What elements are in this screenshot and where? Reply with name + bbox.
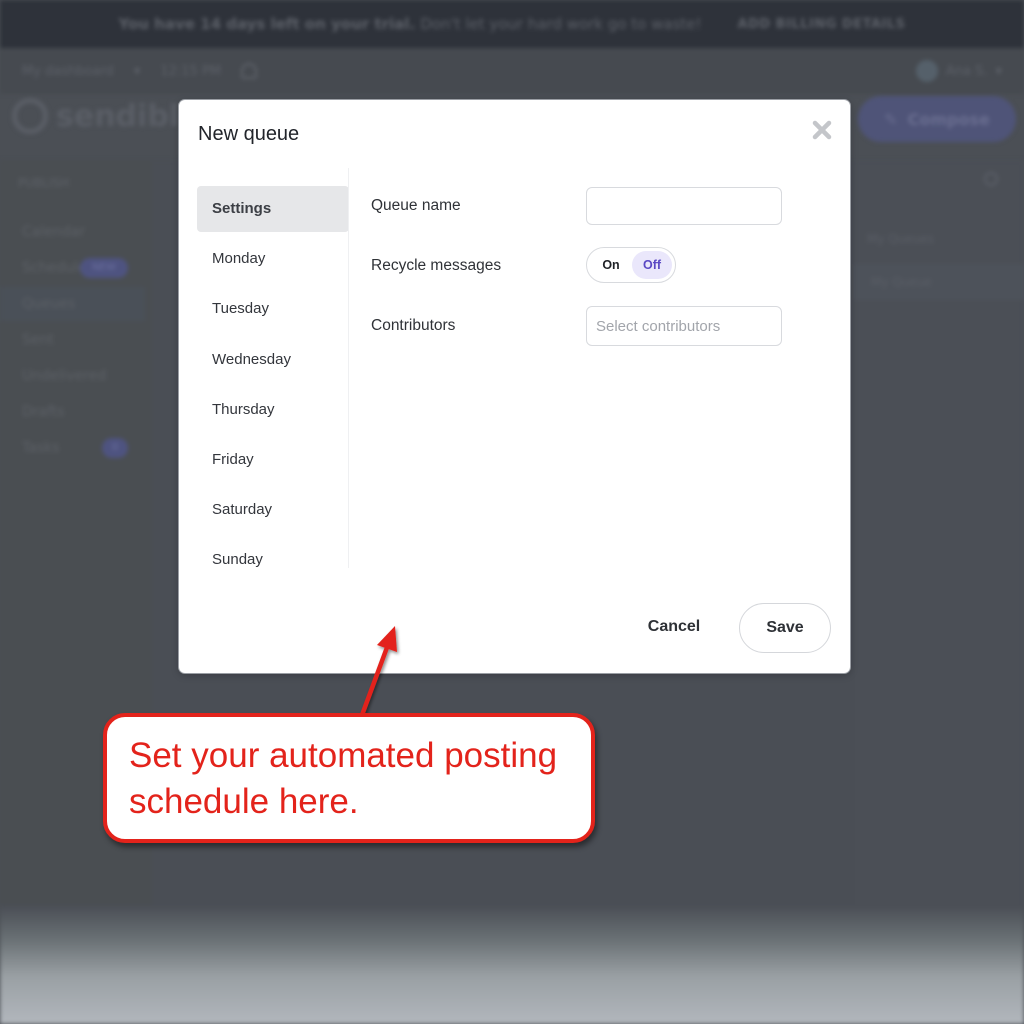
add-billing-link[interactable]: ADD BILLING DETAILS — [738, 17, 906, 32]
sidebar-item-drafts[interactable]: Drafts — [0, 395, 145, 429]
sidebar-item-label: Calendar — [22, 224, 85, 240]
clock-time: 12:15 PM — [160, 63, 221, 79]
queue-name-input[interactable] — [586, 187, 782, 225]
sidebar-item-sent[interactable]: Sent — [0, 323, 145, 357]
user-menu[interactable]: Ana S. ▾ — [915, 60, 1002, 82]
sidebar-item-label: Drafts — [22, 404, 65, 420]
bell-icon[interactable] — [241, 63, 257, 79]
user-name: Ana S. — [945, 63, 988, 79]
chevron-down-icon: ▾ — [995, 63, 1002, 79]
sidebar-item-label: Queues — [22, 296, 76, 312]
new-badge: NEW — [80, 258, 128, 278]
contributors-select[interactable] — [586, 306, 782, 346]
avatar — [915, 60, 938, 82]
tab-thursday[interactable]: Thursday — [197, 387, 349, 433]
tab-saturday[interactable]: Saturday — [197, 487, 349, 533]
annotation-callout: Set your automated posting schedule here… — [103, 713, 595, 843]
sidebar-item-schedule[interactable]: Schedule NEW — [0, 251, 145, 285]
queues-panel: My Queues My Queue — [852, 160, 1024, 920]
close-icon — [812, 120, 832, 140]
dashboard-selector[interactable]: My dashboard — [22, 64, 114, 79]
search-icon[interactable] — [984, 172, 998, 186]
sidebar-heading: PUBLISH — [18, 176, 70, 190]
trial-banner: You have 14 days left on your trial. Don… — [0, 0, 1024, 48]
tab-wednesday[interactable]: Wednesday — [197, 337, 349, 383]
tabs-divider — [348, 168, 349, 568]
tab-friday[interactable]: Friday — [197, 437, 349, 483]
tab-sunday[interactable]: Sunday — [197, 537, 349, 583]
tab-monday[interactable]: Monday — [197, 236, 349, 282]
trial-message-bold: You have 14 days left on your trial. — [118, 15, 416, 33]
new-queue-modal: New queue Settings Monday Tuesday Wednes… — [179, 100, 850, 673]
annotation-text: Set your automated posting schedule here… — [129, 736, 558, 821]
sidebar-item-undelivered[interactable]: Undelivered — [0, 359, 145, 393]
queue-name-label: Queue name — [371, 197, 461, 214]
compose-button[interactable]: ✎ Compose — [858, 96, 1016, 142]
bottom-fade — [0, 905, 1024, 1024]
tasks-count-badge: 0 — [102, 438, 128, 458]
save-button[interactable]: Save — [739, 603, 831, 653]
toggle-off-option[interactable]: Off — [632, 251, 672, 279]
close-button[interactable] — [811, 119, 833, 141]
sendible-logo: sendible — [12, 98, 199, 134]
recycle-messages-label: Recycle messages — [371, 257, 502, 274]
sidebar-item-queues[interactable]: Queues — [0, 287, 145, 321]
sidebar-item-label: Sent — [22, 332, 54, 348]
recycle-messages-toggle[interactable]: On Off — [586, 247, 676, 283]
toggle-on-option[interactable]: On — [590, 251, 632, 279]
chevron-down-icon: ▾ — [133, 63, 141, 79]
queues-heading: My Queues — [867, 232, 934, 246]
modal-title: New queue — [198, 123, 300, 145]
trial-message: Don't let your hard work go to waste! — [420, 15, 702, 33]
sidebar-item-label: Tasks — [22, 440, 60, 456]
day-tabs: Settings Monday Tuesday Wednesday Thursd… — [197, 186, 349, 588]
pencil-icon: ✎ — [884, 109, 898, 129]
tab-tuesday[interactable]: Tuesday — [197, 286, 349, 332]
logo-mark-icon — [12, 98, 48, 134]
top-bar: My dashboard ▾ 12:15 PM Ana S. ▾ — [0, 48, 1024, 94]
sidebar-item-label: Schedule — [22, 260, 87, 276]
tab-settings[interactable]: Settings — [197, 186, 349, 232]
compose-label: Compose — [907, 109, 990, 129]
queue-list-item[interactable]: My Queue — [853, 264, 1024, 300]
contributors-label: Contributors — [371, 317, 456, 334]
sidebar-item-calendar[interactable]: Calendar — [0, 215, 145, 249]
sidebar-item-label: Undelivered — [22, 368, 107, 384]
logo-text: sendible — [56, 98, 200, 134]
sidebar-item-tasks[interactable]: Tasks 0 — [0, 431, 145, 465]
cancel-button[interactable]: Cancel — [639, 612, 709, 642]
